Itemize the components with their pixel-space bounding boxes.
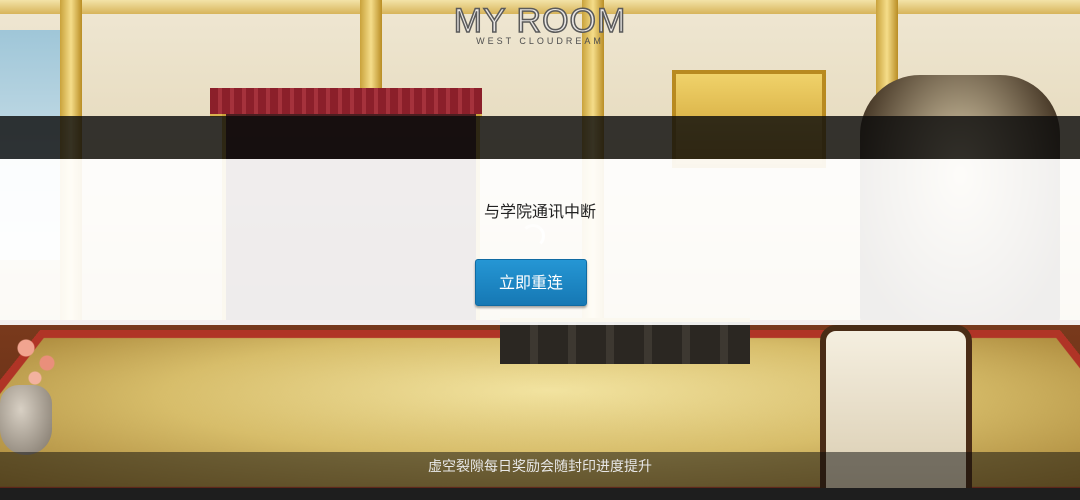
reconnect-button[interactable]: 立即重连 (475, 259, 587, 306)
logo-subtitle: WEST CLOUDREAM (476, 36, 604, 46)
dialog-dim-band (0, 116, 1080, 159)
logo-title: MY ROOM (453, 1, 627, 41)
game-logo: MY ROOM WEST CLOUDREAM (0, 1, 1080, 46)
vase (0, 385, 52, 455)
loading-spinner-icon (521, 224, 545, 248)
flowers (8, 330, 68, 390)
dialog-message: 与学院通讯中断 (483, 202, 596, 221)
bed-canopy (210, 88, 482, 117)
loading-progress-bar (0, 488, 1080, 500)
loading-tip: 虚空裂隙每日奖励会随封印进度提升 (428, 459, 652, 475)
